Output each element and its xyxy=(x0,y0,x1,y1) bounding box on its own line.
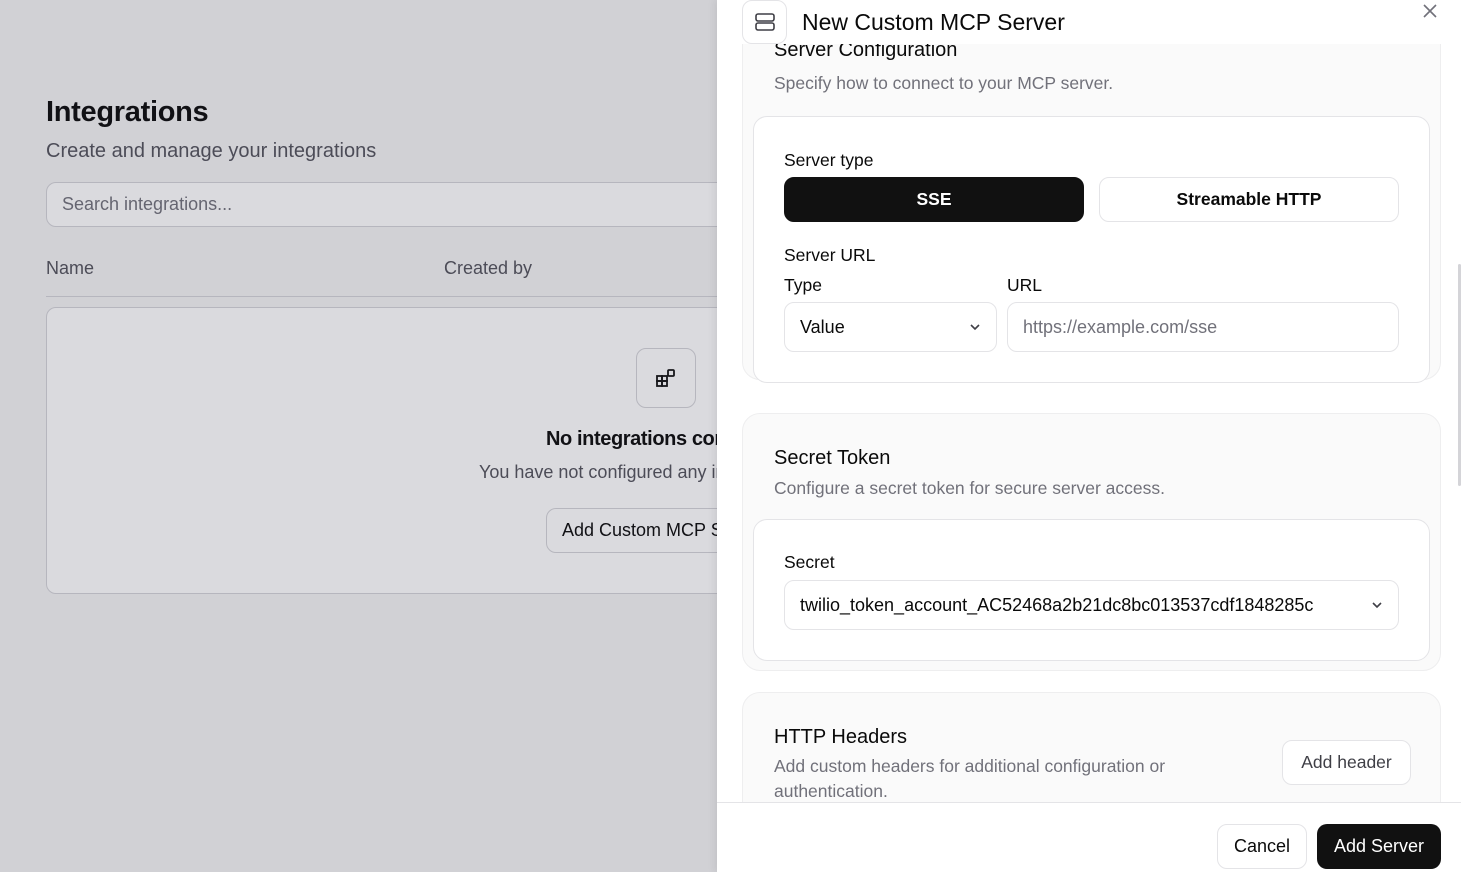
secret-token-card: Secret twilio_token_account_AC52468a2b21… xyxy=(753,519,1430,661)
secret-token-description: Configure a secret token for secure serv… xyxy=(774,478,1166,498)
chevron-down-icon xyxy=(1372,602,1382,609)
drawer-footer: Cancel Add Server xyxy=(717,802,1461,872)
url-label: URL xyxy=(1007,275,1043,295)
secret-label: Secret xyxy=(784,552,835,572)
http-headers-title: HTTP Headers xyxy=(774,726,908,748)
modal-overlay[interactable] xyxy=(0,0,717,872)
drawer-title: New Custom MCP Server xyxy=(802,9,1065,35)
new-server-drawer: Server Configuration Specify how to conn… xyxy=(717,0,1461,872)
url-type-select[interactable]: Value xyxy=(784,302,997,352)
url-type-value: Value xyxy=(800,316,845,337)
server-url-label: Server URL xyxy=(784,245,876,265)
secret-select[interactable]: twilio_token_account_AC52468a2b21dc8bc01… xyxy=(784,580,1399,630)
chevron-down-icon xyxy=(970,324,980,331)
type-label: Type xyxy=(784,275,822,295)
secret-value: twilio_token_account_AC52468a2b21dc8bc01… xyxy=(800,594,1314,615)
http-headers-description-cont: authentication. xyxy=(774,781,888,801)
server-config-description: Specify how to connect to your MCP serve… xyxy=(774,73,1114,93)
http-headers-section: HTTP Headers Add custom headers for addi… xyxy=(742,692,1441,802)
drawer-scroll-area[interactable]: Server Configuration Specify how to conn… xyxy=(717,44,1461,802)
close-icon[interactable] xyxy=(1419,0,1441,22)
server-icon xyxy=(742,0,787,44)
add-server-button[interactable]: Add Server xyxy=(1317,824,1441,869)
secret-token-title: Secret Token xyxy=(774,447,891,469)
server-config-card: Server type SSE Streamable HTTP Server U… xyxy=(753,116,1430,383)
server-type-streamable-http-button[interactable]: Streamable HTTP xyxy=(1099,177,1399,222)
add-header-button[interactable]: Add header xyxy=(1282,740,1411,785)
server-url-input[interactable] xyxy=(1007,302,1399,352)
http-headers-description: Add custom headers for additional config… xyxy=(774,756,1166,776)
server-config-section: Server Configuration Specify how to conn… xyxy=(742,44,1441,383)
server-config-title: Server Configuration xyxy=(774,44,958,61)
server-type-sse-button[interactable]: SSE xyxy=(784,177,1084,222)
cancel-button[interactable]: Cancel xyxy=(1217,824,1307,869)
server-type-label: Server type xyxy=(784,150,874,170)
secret-token-section: Secret Token Configure a secret token fo… xyxy=(742,413,1441,671)
